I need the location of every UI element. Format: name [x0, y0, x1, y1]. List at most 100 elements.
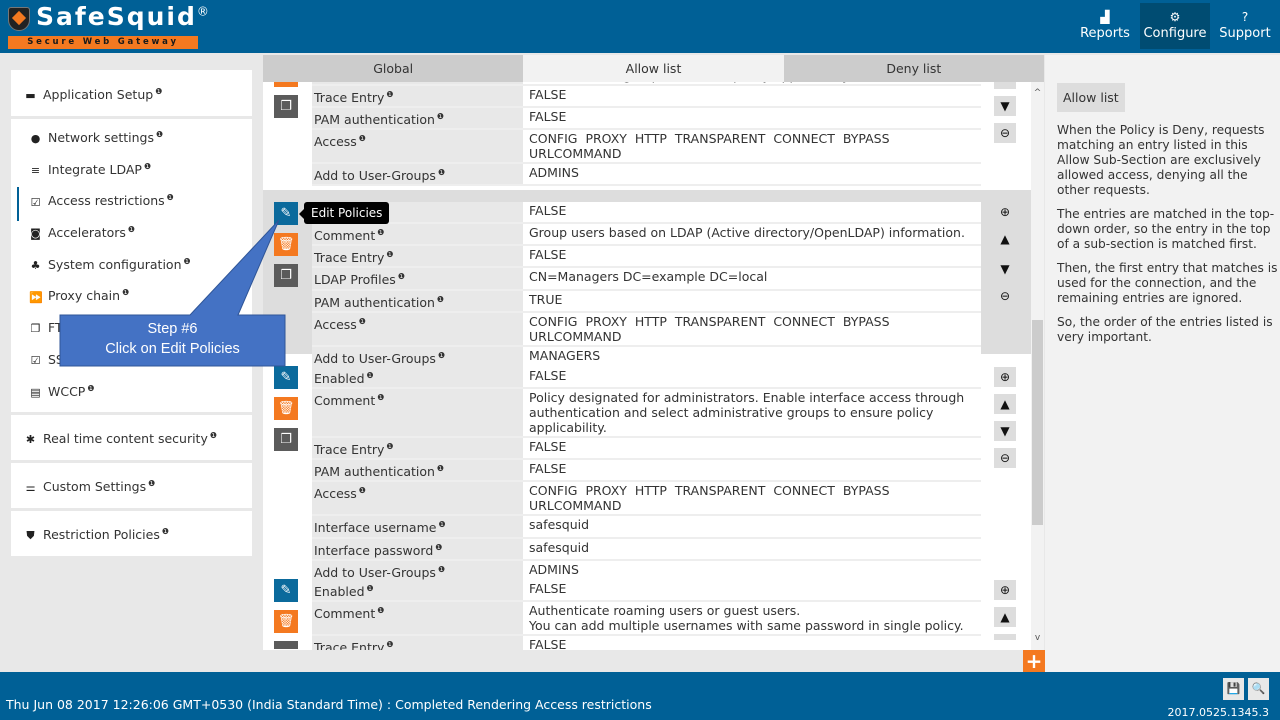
question-circle-icon: ?: [1241, 10, 1249, 24]
move-top-button[interactable]: ⊕: [994, 580, 1016, 600]
caret-up-icon: ▲: [1000, 397, 1010, 411]
info-icon[interactable]: ❶: [167, 193, 174, 202]
field-value: Authenticate roaming users or guest user…: [523, 602, 981, 635]
sidebar-item-wccp[interactable]: ▤ WCCP ❶: [11, 378, 252, 410]
list-icon: ≡: [30, 163, 41, 177]
info-icon[interactable]: ❶: [359, 486, 366, 495]
info-icon[interactable]: ❶: [438, 168, 445, 177]
copy-button[interactable]: ❐: [274, 95, 298, 118]
move-up-button[interactable]: ▲: [994, 229, 1016, 249]
info-icon[interactable]: ❶: [210, 431, 217, 440]
tab-deny-list[interactable]: Deny list: [783, 55, 1044, 82]
info-icon[interactable]: ❶: [386, 250, 393, 259]
info-icon[interactable]: ❶: [435, 543, 442, 552]
sidebar-item-integrate-ldap[interactable]: ≡ Integrate LDAP ❶: [11, 156, 252, 188]
info-icon[interactable]: ❶: [386, 442, 393, 451]
scrollbar-thumb[interactable]: [1032, 320, 1043, 525]
caret-down-icon: ▼: [1000, 99, 1010, 113]
info-icon[interactable]: ❶: [184, 257, 191, 266]
delete-button[interactable]: 🗑: [274, 82, 298, 87]
info-icon[interactable]: ❶: [437, 295, 444, 304]
sidebar-item-network-settings[interactable]: ● Network settings ❶: [11, 124, 252, 156]
move-bottom-button[interactable]: ⊖: [994, 123, 1016, 143]
nav-reports[interactable]: ▟ Reports: [1070, 3, 1140, 49]
info-icon[interactable]: ❶: [148, 479, 155, 488]
info-icon[interactable]: ❶: [359, 317, 366, 326]
move-down-button[interactable]: ▼: [994, 96, 1016, 116]
info-icon[interactable]: ❶: [438, 520, 445, 529]
move-top-button[interactable]: ⊕: [994, 367, 1016, 387]
move-down-button[interactable]: [994, 634, 1016, 640]
sidebar-application-setup[interactable]: ▬ Application Setup ❶: [11, 70, 252, 116]
info-icon[interactable]: ❶: [87, 384, 94, 393]
nav-configure[interactable]: ⚙ Configure: [1140, 3, 1210, 49]
move-up-button[interactable]: ▲: [994, 394, 1016, 414]
sidebar-real-time-content-security[interactable]: ✱ Real time content security ❶: [11, 415, 252, 460]
info-icon[interactable]: ❶: [367, 371, 374, 380]
info-icon[interactable]: ❶: [359, 134, 366, 143]
policy-row: Comment ❶ Policy designated for administra…: [312, 389, 981, 439]
content-scrollbar[interactable]: ^ v: [1031, 82, 1044, 650]
tab-global[interactable]: Global: [263, 55, 524, 82]
policy-row: Interface password ❶ safesquid: [312, 538, 981, 561]
info-icon[interactable]: ❶: [162, 527, 169, 536]
info-icon[interactable]: ❶: [386, 90, 393, 99]
trash-icon: 🗑: [277, 237, 295, 252]
copy-button[interactable]: [274, 641, 298, 649]
nav-support[interactable]: ? Support: [1210, 3, 1280, 49]
move-down-button[interactable]: ▼: [994, 421, 1016, 441]
field-label: Access: [314, 134, 357, 150]
sidebar-item-system-configuration[interactable]: ♣ System configuration ❶: [11, 251, 252, 283]
info-icon[interactable]: ❶: [156, 130, 163, 139]
trash-icon: 🗑: [278, 82, 295, 83]
add-policy-button[interactable]: +: [1023, 650, 1045, 672]
info-icon[interactable]: ❶: [377, 393, 384, 402]
edit-icon: ✎: [280, 583, 292, 598]
search-button[interactable]: 🔍: [1248, 678, 1269, 700]
info-icon[interactable]: ❶: [438, 351, 445, 360]
sidebar-custom-settings[interactable]: ⚌ Custom Settings ❶: [11, 463, 252, 508]
edit-policies-tooltip: Edit Policies: [298, 202, 390, 224]
field-label: Add to User-Groups: [314, 168, 436, 184]
info-icon[interactable]: ❶: [438, 565, 445, 574]
sidebar-item-proxy-chain[interactable]: ⏩ Proxy chain ❶: [11, 282, 252, 314]
info-icon[interactable]: ❶: [377, 606, 384, 615]
info-icon[interactable]: ❶: [386, 640, 393, 649]
tab-allow-list[interactable]: Allow list: [523, 55, 784, 82]
info-icon[interactable]: ❶: [122, 288, 129, 297]
move-bottom-button[interactable]: ⊖: [994, 286, 1016, 306]
copy-button[interactable]: ❐: [274, 428, 298, 451]
delete-button[interactable]: 🗑: [274, 233, 298, 256]
info-icon[interactable]: ❶: [128, 225, 135, 234]
callout-text: Step #6 Click on Edit Policies: [60, 319, 285, 359]
edit-policy-button[interactable]: ✎: [274, 366, 298, 389]
save-button[interactable]: 💾: [1223, 678, 1244, 700]
field-value: safesquid: [523, 538, 981, 559]
field-value: ADMINS: [523, 560, 981, 581]
field-value: Policy designated for administrators. En…: [523, 389, 981, 437]
move-bottom-button[interactable]: ⊖: [994, 448, 1016, 468]
delete-button[interactable]: 🗑: [274, 397, 298, 420]
move-top-button[interactable]: ⊕: [994, 202, 1016, 222]
copy-button[interactable]: ❐: [274, 264, 298, 287]
sidebar-item-access-restrictions[interactable]: ☑ Access restrictions ❶: [11, 187, 252, 222]
info-icon[interactable]: ❶: [398, 272, 405, 281]
field-value: FALSE: [523, 580, 981, 601]
sidebar-item-accelerators[interactable]: ◙ Accelerators ❶: [11, 219, 252, 251]
info-icon[interactable]: ❶: [155, 87, 162, 96]
move-down-button[interactable]: ▼: [994, 259, 1016, 279]
scroll-down-arrow[interactable]: v: [1031, 633, 1044, 643]
safesquid-logo[interactable]: SafeSquid® Secure Web Gateway: [4, 2, 209, 51]
info-icon[interactable]: ❶: [144, 162, 151, 171]
edit-policy-button[interactable]: ✎: [274, 202, 298, 225]
info-icon[interactable]: ❶: [437, 112, 444, 121]
info-icon[interactable]: ❶: [377, 228, 384, 237]
delete-button[interactable]: 🗑: [274, 610, 298, 633]
sidebar-restriction-policies[interactable]: ⛊ Restriction Policies ❶: [11, 511, 252, 556]
move-up-button[interactable]: [994, 82, 1016, 89]
info-icon[interactable]: ❶: [367, 584, 374, 593]
info-icon[interactable]: ❶: [437, 464, 444, 473]
edit-policy-button[interactable]: ✎: [274, 579, 298, 602]
move-up-button[interactable]: ▲: [994, 607, 1016, 627]
scroll-up-arrow[interactable]: ^: [1031, 88, 1044, 98]
